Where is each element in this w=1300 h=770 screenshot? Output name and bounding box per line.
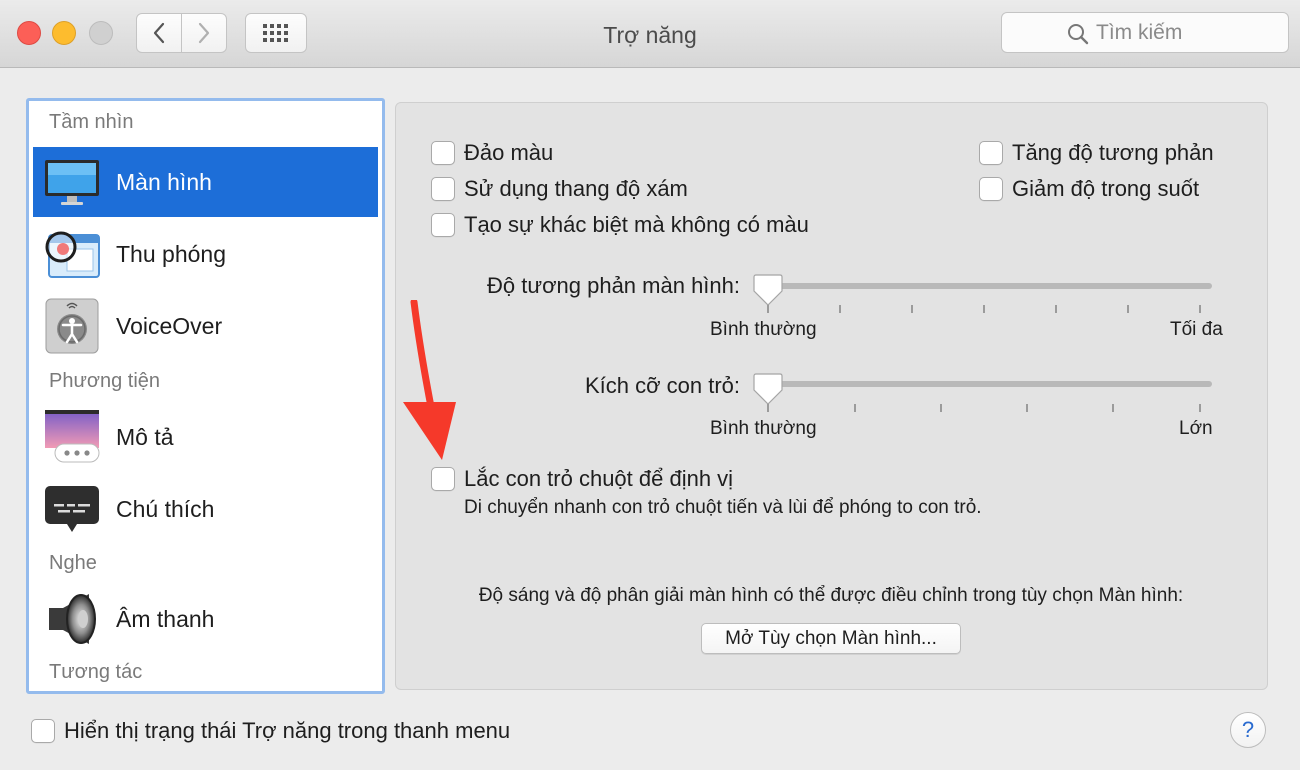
sidebar-item-label: VoiceOver bbox=[116, 312, 223, 339]
window-title: Trợ năng bbox=[603, 22, 697, 48]
cursor-tick bbox=[1112, 404, 1114, 412]
cursor-size-max-label: Lớn bbox=[1179, 418, 1213, 439]
sidebar-header-hearing: Nghe bbox=[49, 552, 97, 574]
sidebar[interactable]: Tầm nhìn Màn hình Thu phóng VoiceOver Ph… bbox=[26, 98, 385, 694]
invert-colors-option[interactable]: Đảo màu bbox=[431, 140, 553, 166]
sidebar-header-vision: Tầm nhìn bbox=[49, 111, 134, 133]
sidebar-header-media: Phương tiện bbox=[49, 370, 161, 392]
sidebar-item-captions[interactable]: Chú thích bbox=[33, 474, 378, 544]
sidebar-item-display[interactable]: Màn hình bbox=[33, 147, 378, 217]
increase-contrast-checkbox[interactable] bbox=[979, 141, 1003, 165]
grayscale-checkbox[interactable] bbox=[431, 177, 455, 201]
reduce-transparency-option[interactable]: Giảm độ trong suốt bbox=[979, 176, 1199, 202]
sidebar-item-audio[interactable]: Âm thanh bbox=[33, 584, 378, 654]
shake-to-locate-checkbox[interactable] bbox=[431, 467, 455, 491]
invert-colors-checkbox[interactable] bbox=[431, 141, 455, 165]
forward-button[interactable] bbox=[181, 13, 227, 53]
contrast-min-label: Bình thường bbox=[710, 319, 817, 340]
contrast-tick bbox=[767, 305, 769, 313]
chevron-right-icon bbox=[198, 22, 210, 44]
contrast-slider-track[interactable] bbox=[758, 283, 1212, 289]
sidebar-item-descriptions[interactable]: Mô tả bbox=[33, 402, 378, 472]
grayscale-option[interactable]: Sử dụng thang độ xám bbox=[431, 176, 688, 202]
zoom-window-button[interactable] bbox=[89, 21, 113, 45]
help-button[interactable]: ? bbox=[1230, 712, 1266, 748]
annotation-arrow-icon bbox=[403, 300, 456, 460]
open-display-preferences-button[interactable]: Mở Tùy chọn Màn hình... bbox=[701, 623, 961, 654]
sidebar-item-voiceover[interactable]: VoiceOver bbox=[33, 291, 378, 361]
contrast-max-label: Tối đa bbox=[1170, 319, 1223, 340]
descriptions-icon bbox=[43, 408, 101, 466]
sidebar-item-label: Mô tả bbox=[116, 423, 174, 450]
search-field[interactable] bbox=[1001, 12, 1289, 53]
contrast-tick bbox=[1127, 305, 1129, 313]
contrast-tick bbox=[1055, 305, 1057, 313]
contrast-tick bbox=[983, 305, 985, 313]
contrast-tick bbox=[911, 305, 913, 313]
captions-icon bbox=[43, 480, 101, 538]
sidebar-item-zoom[interactable]: Thu phóng bbox=[33, 219, 378, 289]
contrast-slider-label: Độ tương phản màn hình: bbox=[487, 273, 740, 298]
sidebar-header-interaction: Tương tác bbox=[49, 661, 143, 683]
cursor-size-slider-label: Kích cỡ con trỏ: bbox=[584, 373, 740, 398]
show-status-in-menu-bar-checkbox[interactable] bbox=[31, 719, 55, 743]
contrast-slider-thumb[interactable] bbox=[753, 273, 783, 307]
differentiate-option[interactable]: Tạo sự khác biệt mà không có màu bbox=[431, 212, 809, 238]
show-all-button[interactable] bbox=[245, 13, 307, 53]
display-icon bbox=[43, 153, 101, 211]
differentiate-checkbox[interactable] bbox=[431, 213, 455, 237]
cursor-tick bbox=[1026, 404, 1028, 412]
cursor-tick bbox=[767, 404, 769, 412]
sidebar-item-label: Âm thanh bbox=[116, 605, 215, 632]
title-bar: Trợ năng bbox=[0, 0, 1300, 68]
sidebar-item-label: Chú thích bbox=[116, 495, 215, 522]
search-input[interactable] bbox=[1096, 19, 1276, 47]
back-button[interactable] bbox=[136, 13, 182, 53]
zoom-icon bbox=[43, 225, 101, 283]
sidebar-item-label: Màn hình bbox=[116, 168, 212, 195]
sidebar-item-label: Thu phóng bbox=[116, 240, 226, 267]
reduce-transparency-checkbox[interactable] bbox=[979, 177, 1003, 201]
contrast-tick bbox=[1199, 305, 1201, 313]
speaker-icon bbox=[43, 590, 101, 648]
show-status-in-menu-bar-option[interactable]: Hiển thị trạng thái Trợ năng trong thanh… bbox=[31, 718, 510, 744]
display-preferences-note: Độ sáng và độ phân giải màn hình có thể … bbox=[478, 585, 1184, 606]
shake-to-locate-option[interactable]: Lắc con trỏ chuột để định vị bbox=[431, 466, 733, 492]
voiceover-icon bbox=[43, 297, 101, 355]
cursor-size-slider-track[interactable] bbox=[758, 381, 1212, 387]
minimize-window-button[interactable] bbox=[52, 21, 76, 45]
cursor-tick bbox=[854, 404, 856, 412]
grid-icon bbox=[263, 24, 288, 42]
cursor-tick bbox=[1199, 404, 1201, 412]
increase-contrast-option[interactable]: Tăng độ tương phản bbox=[979, 140, 1214, 166]
chevron-left-icon bbox=[153, 22, 165, 44]
magnifier-icon bbox=[1068, 24, 1089, 45]
close-window-button[interactable] bbox=[17, 21, 41, 45]
cursor-size-min-label: Bình thường bbox=[710, 418, 817, 439]
shake-to-locate-description: Di chuyển nhanh con trỏ chuột tiến và lù… bbox=[464, 497, 982, 518]
contrast-tick bbox=[839, 305, 841, 313]
cursor-tick bbox=[940, 404, 942, 412]
cursor-size-slider-thumb[interactable] bbox=[753, 372, 783, 406]
